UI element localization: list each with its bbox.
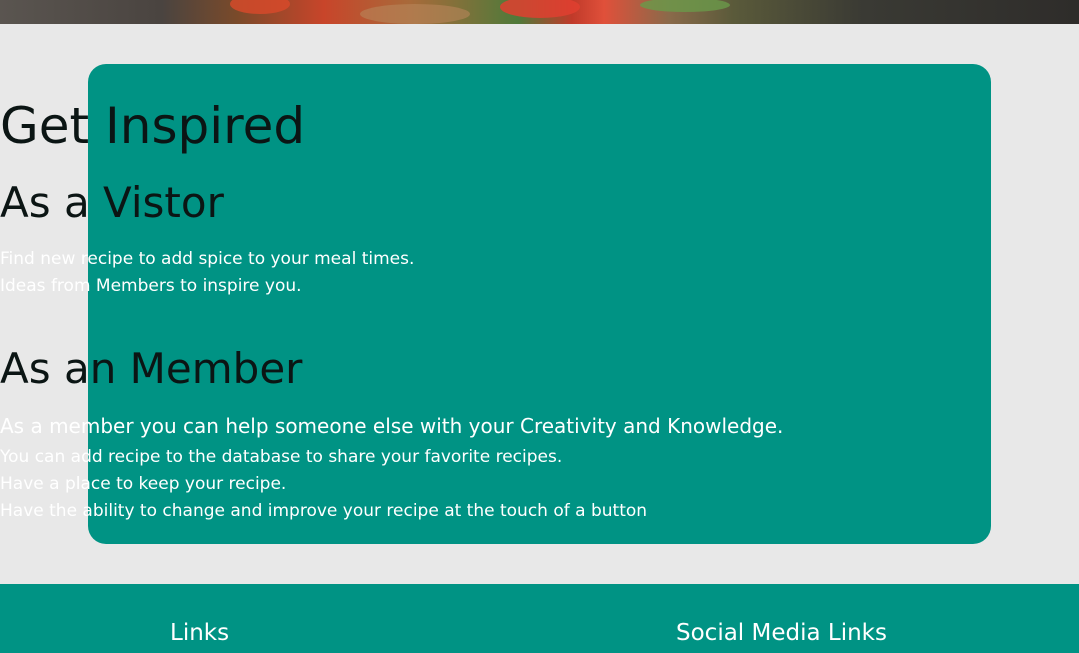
visitor-line: Find new recipe to add spice to your mea… — [0, 249, 415, 269]
visitor-line: Ideas from Members to inspire you. — [0, 276, 302, 296]
page-title: Get Inspired — [0, 97, 306, 155]
footer-links-title: Links — [170, 620, 230, 646]
chicken-shape — [360, 4, 470, 24]
member-line: Have the ability to change and improve y… — [0, 501, 648, 521]
asparagus-shape — [640, 0, 730, 12]
tomato-shape — [230, 0, 290, 14]
member-line: Have a place to keep your recipe. — [0, 474, 287, 494]
member-heading: As an Member — [0, 344, 303, 393]
footer-social-title: Social Media Links — [676, 620, 887, 646]
member-lead: As a member you can help someone else wi… — [0, 414, 784, 438]
pepper-shape — [500, 0, 580, 18]
site-footer: Links Social Media Links — [0, 584, 1079, 653]
hero-food-image — [0, 0, 1079, 24]
visitor-heading: As a Vistor — [0, 178, 224, 227]
member-line: You can add recipe to the database to sh… — [0, 447, 563, 467]
